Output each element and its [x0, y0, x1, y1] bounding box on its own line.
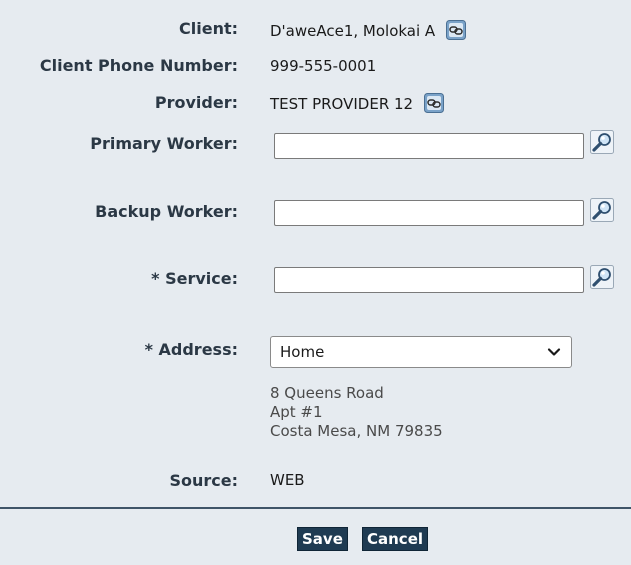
client-phone-label: Client Phone Number:	[39, 56, 238, 75]
address-line-2: Apt #1	[270, 403, 323, 421]
link-chain-icon[interactable]	[423, 93, 444, 113]
magnifier-icon[interactable]	[590, 265, 614, 289]
address-select[interactable]: Home	[270, 336, 572, 368]
link-chain-icon[interactable]	[445, 20, 466, 40]
address-selected-value: Home	[280, 343, 325, 361]
chevron-down-icon	[547, 348, 561, 356]
address-line-1: 8 Queens Road	[270, 384, 384, 402]
address-label: * Address:	[144, 340, 238, 359]
primary-worker-input[interactable]	[274, 133, 584, 159]
provider-label: Provider:	[154, 93, 238, 112]
save-button[interactable]: Save	[297, 527, 348, 551]
client-value-row: D'aweAce1, Molokai A	[270, 20, 466, 40]
source-label: Source:	[169, 471, 238, 490]
magnifier-icon[interactable]	[590, 198, 614, 222]
primary-worker-label: Primary Worker:	[90, 134, 238, 153]
client-value: D'aweAce1, Molokai A	[270, 22, 436, 40]
backup-worker-input[interactable]	[274, 200, 584, 226]
cancel-button[interactable]: Cancel	[362, 527, 429, 551]
address-block: 8 Queens Road Apt #1 Costa Mesa, NM 7983…	[270, 384, 443, 441]
client-phone-value: 999-555-0001	[270, 57, 377, 75]
service-input[interactable]	[274, 267, 584, 293]
backup-worker-label: Backup Worker:	[95, 202, 238, 221]
magnifier-icon[interactable]	[590, 130, 614, 154]
source-value: WEB	[270, 471, 305, 489]
client-label: Client:	[179, 19, 238, 38]
provider-value: TEST PROVIDER 12	[270, 95, 414, 113]
provider-value-row: TEST PROVIDER 12	[270, 93, 444, 113]
address-line-3: Costa Mesa, NM 79835	[270, 422, 443, 440]
footer-divider	[0, 507, 631, 509]
service-label: * Service:	[151, 269, 238, 288]
